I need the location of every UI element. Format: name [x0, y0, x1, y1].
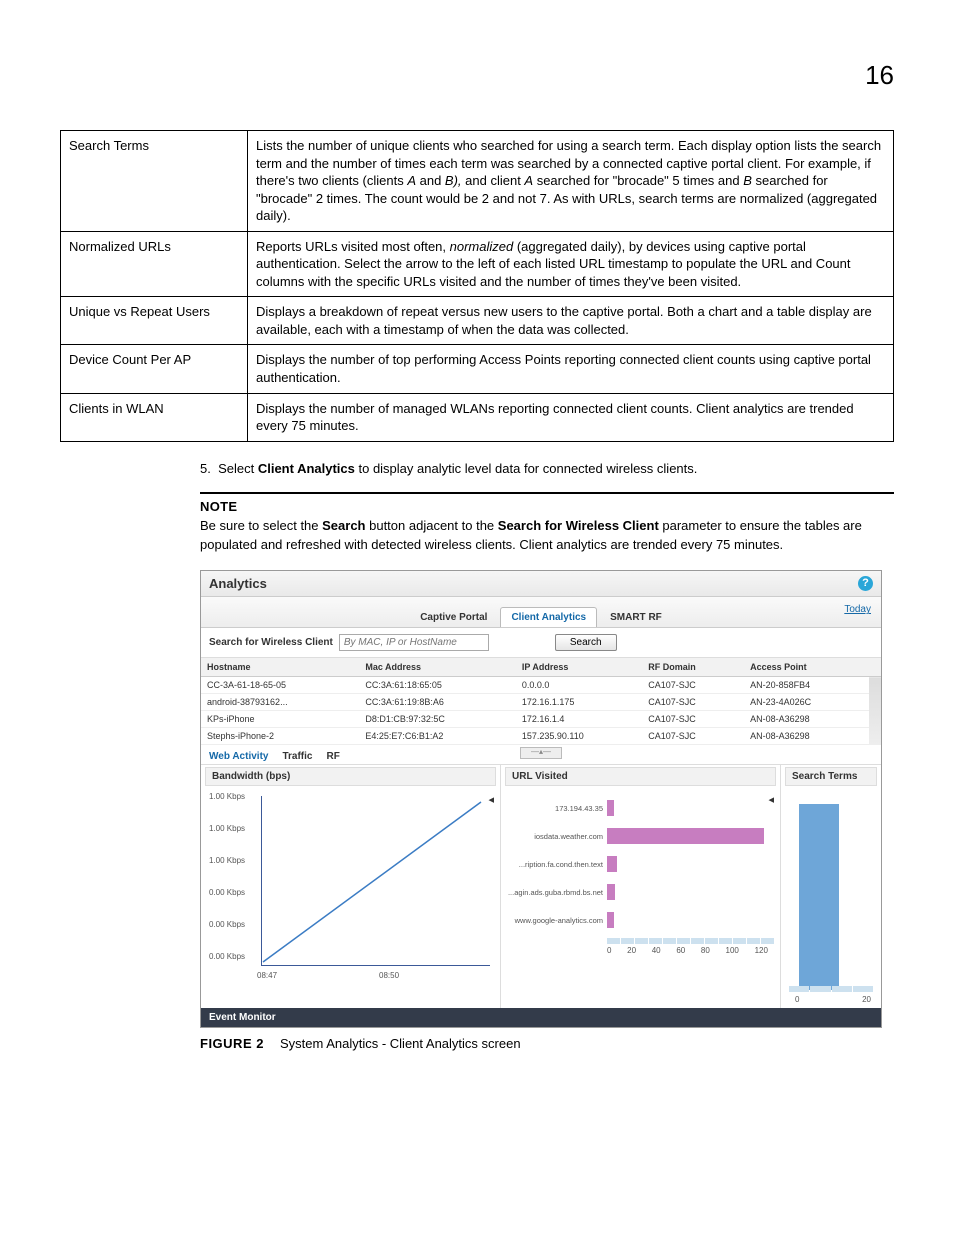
analytics-screenshot: Analytics ? Captive Portal Client Analyt…: [200, 570, 882, 1028]
term-unique-repeat: Unique vs Repeat Users: [61, 297, 248, 345]
term-clients-wlan: Clients in WLAN: [61, 393, 248, 441]
col-hostname[interactable]: Hostname: [201, 658, 359, 677]
search-input[interactable]: [339, 634, 489, 651]
url-title: URL Visited: [505, 767, 776, 786]
note-title: NOTE: [200, 498, 894, 517]
url-chart: 173.194.43.35 iosdata.weather.com ...rip…: [505, 790, 776, 984]
figure-caption: FIGURE 2System Analytics - Client Analyt…: [200, 1036, 894, 1051]
term-device-count: Device Count Per AP: [61, 345, 248, 393]
term-search-terms: Search Terms: [61, 131, 248, 232]
tab-smart-rf[interactable]: SMART RF: [599, 607, 673, 627]
bandwidth-line: [261, 796, 491, 966]
analytics-title: Analytics: [209, 576, 267, 591]
scrollbar[interactable]: [869, 658, 881, 677]
search-label: Search for Wireless Client: [209, 637, 333, 648]
desc-unique-repeat: Displays a breakdown of repeat versus ne…: [248, 297, 894, 345]
search-terms-panel: Search Terms 0 20: [781, 765, 881, 1008]
desc-search-terms: Lists the number of unique clients who s…: [248, 131, 894, 232]
desc-device-count: Displays the number of top performing Ac…: [248, 345, 894, 393]
search-terms-title: Search Terms: [785, 767, 877, 786]
clients-table: Hostname Mac Address IP Address RF Domai…: [201, 658, 881, 745]
col-rfdomain[interactable]: RF Domain: [642, 658, 744, 677]
table-row[interactable]: KPs-iPhoneD8:D1:CB:97:32:5C172.16.1.4CA1…: [201, 711, 881, 728]
tab-captive-portal[interactable]: Captive Portal: [409, 607, 498, 627]
col-ap[interactable]: Access Point: [744, 658, 869, 677]
bandwidth-title: Bandwidth (bps): [205, 767, 496, 786]
table-row[interactable]: Stephs-iPhone-2E4:25:E7:C6:B1:A2157.235.…: [201, 728, 881, 745]
table-row[interactable]: CC-3A-61-18-65-05CC:3A:61:18:65:050.0.0.…: [201, 677, 881, 694]
col-mac[interactable]: Mac Address: [359, 658, 516, 677]
bandwidth-chart: 1.00 Kbps 1.00 Kbps 1.00 Kbps 0.00 Kbps …: [209, 790, 496, 980]
step-5: 5. Select Client Analytics to display an…: [200, 460, 894, 478]
sub-tabs: Web Activity Traffic RF —▴—: [201, 745, 881, 764]
note-block: NOTE Be sure to select the Search button…: [200, 492, 894, 555]
page-number: 16: [865, 60, 894, 91]
note-body: Be sure to select the Search button adja…: [200, 517, 894, 555]
col-ip[interactable]: IP Address: [516, 658, 642, 677]
analytics-tabs: Captive Portal Client Analytics SMART RF…: [201, 597, 881, 628]
url-visited-panel: URL Visited ◂ 173.194.43.35 iosdata.weat…: [501, 765, 781, 1008]
desc-normalized-urls: Reports URLs visited most often, normali…: [248, 231, 894, 297]
term-normalized-urls: Normalized URLs: [61, 231, 248, 297]
subtab-rf[interactable]: RF: [326, 751, 339, 762]
bandwidth-panel: Bandwidth (bps) ◂ 1.00 Kbps 1.00 Kbps 1.…: [201, 765, 501, 1008]
search-button[interactable]: Search: [555, 634, 617, 651]
table-row[interactable]: android-38793162...CC:3A:61:19:8B:A6172.…: [201, 694, 881, 711]
event-monitor-bar[interactable]: Event Monitor: [201, 1008, 881, 1027]
desc-clients-wlan: Displays the number of managed WLANs rep…: [248, 393, 894, 441]
help-icon[interactable]: ?: [858, 576, 873, 591]
subtab-traffic[interactable]: Traffic: [282, 751, 312, 762]
collapse-handle-icon[interactable]: —▴—: [520, 747, 562, 759]
search-terms-chart: 0 20: [785, 790, 877, 1004]
search-terms-bar: [799, 804, 839, 990]
definitions-table: Search Terms Lists the number of unique …: [60, 130, 894, 442]
subtab-web-activity[interactable]: Web Activity: [209, 751, 268, 762]
tab-client-analytics[interactable]: Client Analytics: [500, 607, 597, 627]
today-link[interactable]: Today: [844, 604, 871, 615]
mini-ticks: [607, 938, 774, 944]
